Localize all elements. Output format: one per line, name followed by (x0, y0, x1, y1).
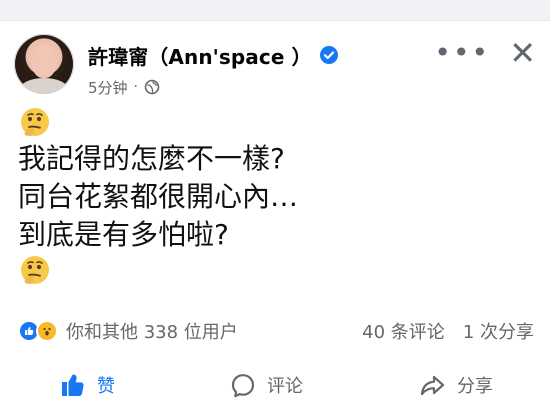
avatar-shoulder (20, 78, 68, 94)
thumbs-up-icon (62, 374, 84, 396)
post-text-line-2: 同台花絮都很開心內… (18, 180, 299, 213)
like-button[interactable]: 赞 (57, 365, 115, 405)
post-body: 我記得的怎麼不一樣? 同台花絮都很開心內… 到底是有多怕啦? (18, 106, 538, 288)
avatar[interactable] (14, 34, 74, 94)
comment-label: 评论 (267, 376, 303, 397)
verified-badge-icon (319, 46, 338, 64)
post-time[interactable]: 5分钟 (88, 77, 128, 98)
avatar-face (32, 48, 56, 78)
meta-separator: · (133, 78, 138, 95)
wow-reaction-icon (36, 320, 58, 342)
comment-icon (231, 374, 255, 398)
header-actions: ••• ✕ (434, 37, 536, 69)
engagement-stats: 你和其他 338 位用户 40 条评论 1 次分享 (18, 316, 534, 346)
post-meta: 5分钟 · (88, 76, 160, 98)
comment-button[interactable]: 评论 (229, 365, 303, 405)
author-name[interactable]: 許瑋甯（Ann'space ） (88, 41, 312, 70)
post-header: 許瑋甯（Ann'space ） 5分钟 · ••• ✕ (14, 34, 536, 104)
post-text-line-3: 到底是有多怕啦? (18, 218, 229, 251)
top-strip (0, 0, 550, 21)
thinking-face-icon (21, 256, 49, 284)
author-row: 許瑋甯（Ann'space ） (88, 40, 338, 70)
counts: 40 条评论 1 次分享 (362, 318, 534, 344)
comment-count[interactable]: 40 条评论 (362, 318, 445, 344)
post-text-line-1: 我記得的怎麼不一樣? (18, 142, 285, 175)
globe-icon (144, 79, 160, 95)
reaction-icons (18, 320, 58, 342)
close-icon[interactable]: ✕ (509, 37, 536, 69)
more-options-icon[interactable]: ••• (434, 38, 488, 68)
thinking-face-icon (21, 108, 49, 136)
share-count[interactable]: 1 次分享 (463, 318, 534, 344)
post-actions: 赞 评论 分享 (0, 362, 550, 408)
share-icon (420, 375, 445, 396)
share-button[interactable]: 分享 (417, 365, 493, 405)
reaction-count-text: 你和其他 338 位用户 (66, 322, 238, 343)
reaction-summary[interactable]: 你和其他 338 位用户 (18, 318, 238, 344)
share-label: 分享 (457, 376, 493, 397)
like-label: 赞 (97, 376, 115, 397)
